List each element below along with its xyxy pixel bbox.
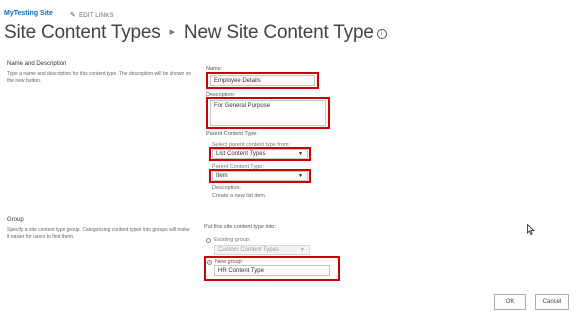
page-title-text: New Site Content Type <box>183 22 374 43</box>
dropdown-arrow-icon: ▼ <box>298 151 303 157</box>
breadcrumb-site-content-types[interactable]: Site Content Types <box>4 22 161 43</box>
site-title-link[interactable]: MyTesting Site <box>4 10 53 17</box>
parent-description-label: Description: <box>212 185 242 191</box>
parent-type-select[interactable]: Item ▼ <box>212 171 308 181</box>
ok-button[interactable]: OK <box>494 294 526 310</box>
new-group-field[interactable]: HR Content Type <box>214 265 330 276</box>
edit-links-label: EDIT LINKS <box>79 13 114 19</box>
mouse-cursor-icon <box>527 224 535 235</box>
dropdown-arrow-icon: ▼ <box>300 247 305 253</box>
dropdown-arrow-icon: ▼ <box>298 173 303 179</box>
description-field[interactable]: For General Purpose <box>210 100 326 126</box>
parent-content-type-label: Parent Content Type: <box>206 131 258 137</box>
section-title-name-description: Name and Description <box>7 61 67 67</box>
parent-group-value: List Content Types <box>216 151 266 157</box>
cancel-button[interactable]: Cancel <box>535 294 569 310</box>
info-icon[interactable]: i <box>376 29 387 39</box>
existing-group-select[interactable]: Custom Content Types ▼ <box>214 245 310 255</box>
existing-group-label: Existing group: <box>214 237 251 243</box>
parent-type-value: Item <box>216 173 228 179</box>
section-description-group: Specify a site content type group. Categ… <box>7 227 190 240</box>
parent-group-select[interactable]: List Content Types ▼ <box>212 149 308 159</box>
edit-links-button[interactable]: ✎ EDIT LINKS <box>70 11 114 19</box>
new-group-radio[interactable] <box>207 260 212 265</box>
name-field[interactable]: Employee Details <box>210 75 315 86</box>
existing-group-radio[interactable] <box>206 238 211 243</box>
breadcrumb-separator: ▸ <box>169 26 176 38</box>
parent-description-text: Create a new list item. <box>212 193 267 199</box>
section-description-name: Type a name and description for this con… <box>7 71 192 84</box>
page-title: Site Content Types ▸ New Site Content Type… <box>4 22 387 44</box>
section-title-group: Group <box>7 217 24 223</box>
existing-group-value: Custom Content Types <box>218 247 279 253</box>
put-into-label: Put this site content type into: <box>204 224 276 230</box>
pencil-icon: ✎ <box>70 12 77 19</box>
